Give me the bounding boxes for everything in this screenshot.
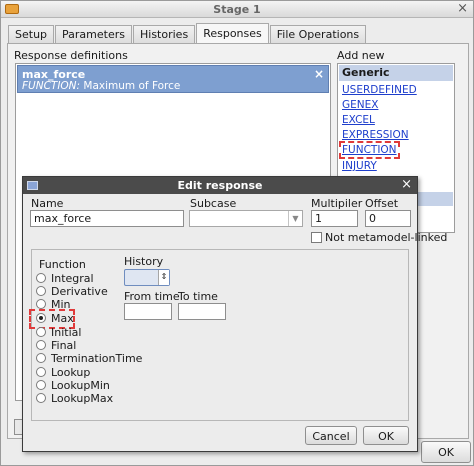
history-select[interactable]: ⇕ — [124, 269, 170, 286]
response-description: FUNCTION: Maximum of Force — [22, 80, 181, 92]
dialog-close-icon[interactable]: × — [401, 177, 412, 192]
list-item[interactable]: max_force FUNCTION: Maximum of Force × — [17, 65, 329, 93]
offset-label: Offset — [365, 197, 399, 210]
response-definitions-label: Response definitions — [14, 49, 128, 62]
function-label: Function — [39, 258, 86, 271]
multiplier-label: Multipiler — [311, 197, 363, 210]
title-bar: Stage 1 × — [1, 1, 473, 18]
dialog-title-bar: Edit response × — [23, 177, 417, 194]
dialog-title: Edit response — [177, 179, 263, 192]
remove-response-icon[interactable]: × — [314, 67, 324, 81]
tab-bar: Setup Parameters Histories Responses Fil… — [8, 23, 367, 44]
edit-response-dialog: Edit response × Name max_force Subcase ▼… — [22, 176, 447, 452]
add-new-header: Generic — [339, 65, 453, 81]
to-time-label: To time — [178, 290, 218, 303]
tab-parameters[interactable]: Parameters — [55, 25, 132, 44]
not-metamodel-label: Not metamodel-linked — [325, 231, 448, 244]
to-time-field[interactable] — [178, 303, 226, 320]
from-time-field[interactable] — [124, 303, 172, 320]
add-excel-link[interactable]: EXCEL — [342, 114, 375, 126]
chevron-down-icon: ▼ — [288, 211, 302, 226]
name-label: Name — [31, 197, 64, 210]
add-userdefined-link[interactable]: USERDEFINED — [342, 84, 417, 96]
add-function-link[interactable]: FUNCTION — [339, 141, 400, 159]
subcase-label: Subcase — [190, 197, 237, 210]
subcase-select[interactable]: ▼ — [189, 210, 303, 227]
add-genex-link[interactable]: GENEX — [342, 99, 378, 111]
multiplier-field[interactable]: 1 — [311, 210, 358, 227]
history-label: History — [124, 255, 164, 268]
add-expression-link[interactable]: EXPRESSION — [342, 129, 409, 141]
add-injury-link[interactable]: INJURY — [342, 160, 377, 172]
not-metamodel-checkbox[interactable] — [311, 232, 322, 243]
from-time-label: From time — [124, 290, 180, 303]
tab-file-operations[interactable]: File Operations — [269, 25, 367, 44]
window-close-icon[interactable]: × — [457, 1, 468, 16]
tab-histories[interactable]: Histories — [133, 25, 196, 44]
offset-field[interactable]: 0 — [365, 210, 411, 227]
cancel-button[interactable]: Cancel — [305, 426, 357, 445]
name-field[interactable]: max_force — [30, 210, 184, 227]
updown-arrow-icon: ⇕ — [158, 270, 169, 285]
tab-responses[interactable]: Responses — [196, 23, 269, 44]
tab-setup[interactable]: Setup — [8, 25, 55, 44]
add-new-label: Add new — [337, 49, 385, 62]
ok-button[interactable]: OK — [421, 441, 471, 463]
window-title: Stage 1 — [213, 3, 261, 16]
dialog-ok-button[interactable]: OK — [363, 426, 409, 445]
